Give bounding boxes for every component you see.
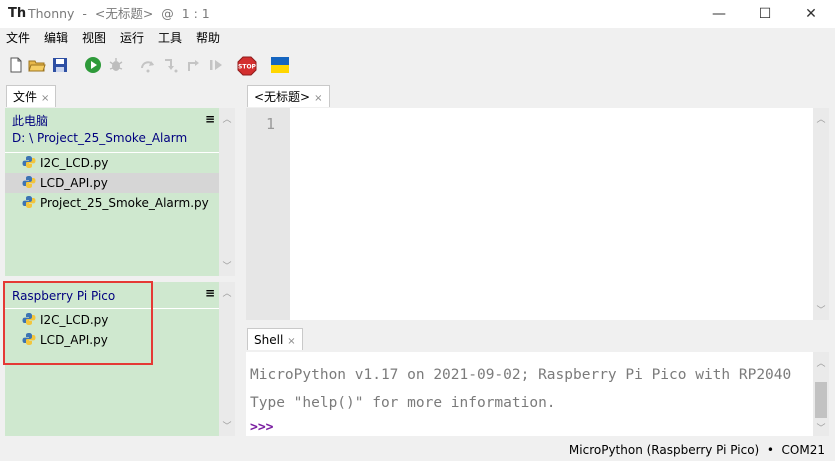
stop-icon-label: STOP (238, 64, 257, 71)
maximize-button[interactable]: ☐ (742, 0, 788, 28)
file-row-selected[interactable]: LCD_API.py (5, 173, 219, 193)
tab-shell-close-icon[interactable]: × (287, 336, 295, 347)
code-editor[interactable] (246, 108, 813, 320)
tab-editor-untitled[interactable]: <无标题> × (247, 85, 330, 107)
shell-scroll-thumb[interactable] (815, 382, 827, 418)
tab-files-label: 文件 (13, 90, 38, 104)
shell-banner-line: MicroPython v1.17 on 2021-09-02; Raspber… (250, 367, 792, 383)
ukraine-flag-icon[interactable] (271, 57, 289, 73)
new-file-icon[interactable] (7, 56, 25, 74)
step-into-icon[interactable] (162, 56, 180, 74)
tab-editor-label: <无标题> (254, 90, 311, 104)
line-number-gutter (246, 108, 290, 320)
menu-run[interactable]: 运行 (120, 30, 144, 46)
scroll-down-icon[interactable]: ﹀ (220, 419, 234, 432)
step-over-icon[interactable] (139, 56, 157, 74)
save-icon[interactable] (51, 56, 69, 74)
scroll-down-icon[interactable]: ﹀ (814, 421, 828, 434)
local-pane-title: 此电脑 (12, 114, 49, 128)
tab-files[interactable]: 文件 × (6, 85, 57, 107)
minimize-button[interactable]: — (696, 0, 742, 28)
shell-scrollbar[interactable]: ︿ ﹀ (813, 352, 829, 436)
resume-icon[interactable] (207, 56, 225, 74)
menu-file[interactable]: 文件 (6, 30, 30, 46)
file-row[interactable]: I2C_LCD.py (5, 153, 219, 173)
python-file-icon (22, 195, 36, 209)
menu-view[interactable]: 视图 (82, 30, 106, 46)
stop-icon[interactable]: STOP (237, 56, 257, 76)
file-row[interactable]: Project_25_Smoke_Alarm.py (5, 193, 219, 213)
debug-icon[interactable] (107, 56, 125, 74)
close-button[interactable]: ✕ (788, 0, 834, 28)
python-file-icon (22, 155, 36, 169)
window-title: Thonny - <无标题> @ 1 : 1 (28, 6, 210, 21)
menu-tools[interactable]: 工具 (158, 30, 182, 46)
tab-editor-close-icon[interactable]: × (314, 93, 322, 104)
tab-shell-label: Shell (254, 333, 284, 347)
local-path[interactable]: D: \ Project_25_Smoke_Alarm (12, 130, 187, 147)
menu-help[interactable]: 帮助 (196, 30, 220, 46)
file-name: LCD_API.py (40, 176, 108, 190)
scroll-up-icon[interactable]: ︿ (220, 286, 234, 299)
file-name: Project_25_Smoke_Alarm.py (40, 196, 209, 210)
local-pane-scrollbar[interactable]: ︿ ﹀ (219, 108, 235, 276)
scroll-up-icon[interactable]: ︿ (814, 112, 828, 125)
tab-files-close-icon[interactable]: × (41, 93, 49, 104)
thonny-logo-icon: Th (8, 6, 27, 21)
scroll-up-icon[interactable]: ︿ (814, 356, 828, 369)
highlight-box (3, 281, 153, 365)
shell-help-line: Type "help()" for more information. (250, 395, 556, 411)
step-out-icon[interactable] (185, 56, 203, 74)
interpreter-status[interactable]: MicroPython (Raspberry Pi Pico) • COM21 (569, 443, 825, 457)
shell-prompt[interactable]: >>> (250, 420, 273, 435)
device-pane-menu-icon[interactable]: ≡ (205, 286, 215, 300)
shell-console[interactable] (246, 352, 813, 436)
scroll-down-icon[interactable]: ﹀ (220, 259, 234, 272)
tab-shell[interactable]: Shell × (247, 328, 303, 350)
line-number: 1 (266, 115, 276, 133)
scroll-down-icon[interactable]: ﹀ (814, 303, 828, 316)
menu-edit[interactable]: 编辑 (44, 30, 68, 46)
scroll-up-icon[interactable]: ︿ (220, 112, 234, 125)
local-pane-menu-icon[interactable]: ≡ (205, 112, 215, 126)
python-file-icon (22, 175, 36, 189)
run-icon[interactable] (84, 56, 102, 74)
device-pane-scrollbar[interactable]: ︿ ﹀ (219, 282, 235, 436)
open-folder-icon[interactable] (28, 56, 46, 74)
editor-scrollbar[interactable]: ︿ ﹀ (813, 108, 829, 320)
file-name: I2C_LCD.py (40, 156, 109, 170)
